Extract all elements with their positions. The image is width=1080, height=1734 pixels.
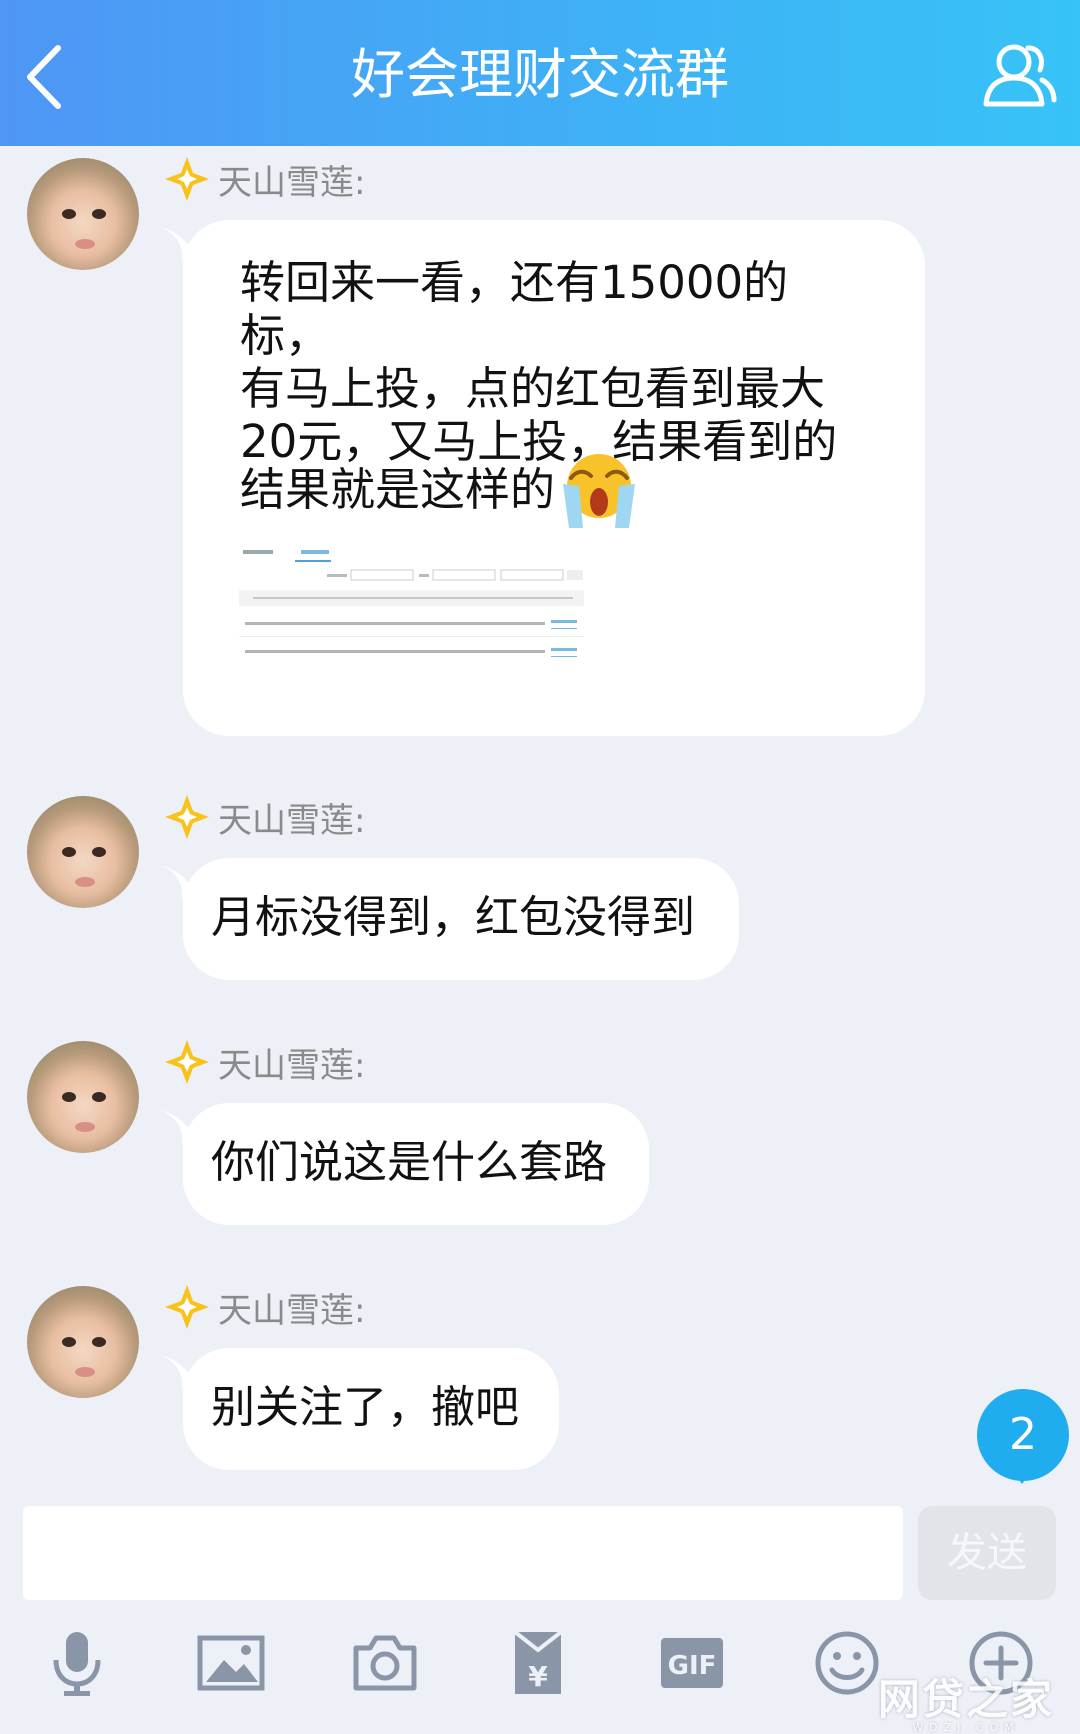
watermark-logo: 网贷之家 WDZJ.COM [878, 1666, 1054, 1734]
svg-text:¥: ¥ [528, 1660, 548, 1693]
message-line: 结果就是这样的 [240, 463, 556, 516]
sender-row: 天山雪莲: [164, 1037, 365, 1087]
member-badge-icon [165, 1285, 209, 1329]
message-line-with-emoji: 结果就是这样的 [240, 448, 641, 532]
message-text: 转回来一看，还有15000的标， 有马上投，点的红包看到最大 20元，又马上投，… [240, 256, 860, 468]
watermark-text: 网贷之家 [877, 1675, 1054, 1724]
camera-icon[interactable] [350, 1628, 420, 1698]
mic-icon[interactable] [42, 1628, 112, 1698]
svg-text:GIF: GIF [668, 1651, 717, 1681]
avatar[interactable] [27, 158, 139, 270]
message-bubble[interactable]: 别关注了，撤吧 [183, 1348, 559, 1470]
avatar[interactable] [27, 1041, 139, 1153]
unread-count-badge[interactable]: 2 [977, 1389, 1069, 1481]
avatar-face [62, 1337, 106, 1377]
member-badge-icon [165, 795, 209, 839]
avatar-face [62, 1092, 106, 1132]
sender-row: 天山雪莲: [164, 154, 365, 204]
message-text: 你们说这是什么套路 [211, 1137, 607, 1188]
sender-row: 天山雪莲: [164, 792, 365, 842]
message-line: 有马上投，点的红包看到最大 [240, 362, 826, 415]
message-text: 月标没得到，红包没得到 [211, 892, 695, 943]
emoji-icon[interactable] [812, 1628, 882, 1698]
send-button[interactable]: 发送 [918, 1506, 1056, 1600]
sender-name: 天山雪莲: [218, 1045, 366, 1086]
sender-name: 天山雪莲: [218, 1290, 366, 1331]
message-bubble[interactable]: 转回来一看，还有15000的标， 有马上投，点的红包看到最大 20元，又马上投，… [183, 220, 925, 736]
attached-screenshot-image[interactable] [239, 540, 609, 668]
avatar[interactable] [27, 796, 139, 908]
title-bar: 好会理财交流群 [0, 0, 1080, 146]
sender-row: 天山雪莲: [164, 1282, 365, 1332]
message-bubble[interactable]: 月标没得到，红包没得到 [183, 858, 739, 980]
avatar-face [62, 847, 106, 887]
member-badge-icon [165, 157, 209, 201]
member-badge-icon [165, 1040, 209, 1084]
message-text: 别关注了，撤吧 [211, 1382, 519, 1433]
chat-title: 好会理财交流群 [351, 43, 729, 106]
image-icon[interactable] [196, 1628, 266, 1698]
crying-emoji-icon [563, 454, 636, 528]
avatar-face [62, 209, 106, 249]
composer-area: 发送 ¥ GIF 网贷之家 WDZJ.COM [0, 1488, 1080, 1734]
message-input[interactable] [23, 1506, 903, 1600]
gif-icon[interactable]: GIF [657, 1628, 727, 1698]
group-members-icon[interactable] [982, 38, 1058, 110]
sender-name: 天山雪莲: [218, 800, 366, 841]
message-line: 转回来一看，还有15000的标， [240, 256, 789, 362]
sender-name: 天山雪莲: [218, 162, 366, 203]
red-packet-icon[interactable]: ¥ [503, 1628, 573, 1698]
avatar[interactable] [27, 1286, 139, 1398]
message-bubble[interactable]: 你们说这是什么套路 [183, 1103, 649, 1225]
